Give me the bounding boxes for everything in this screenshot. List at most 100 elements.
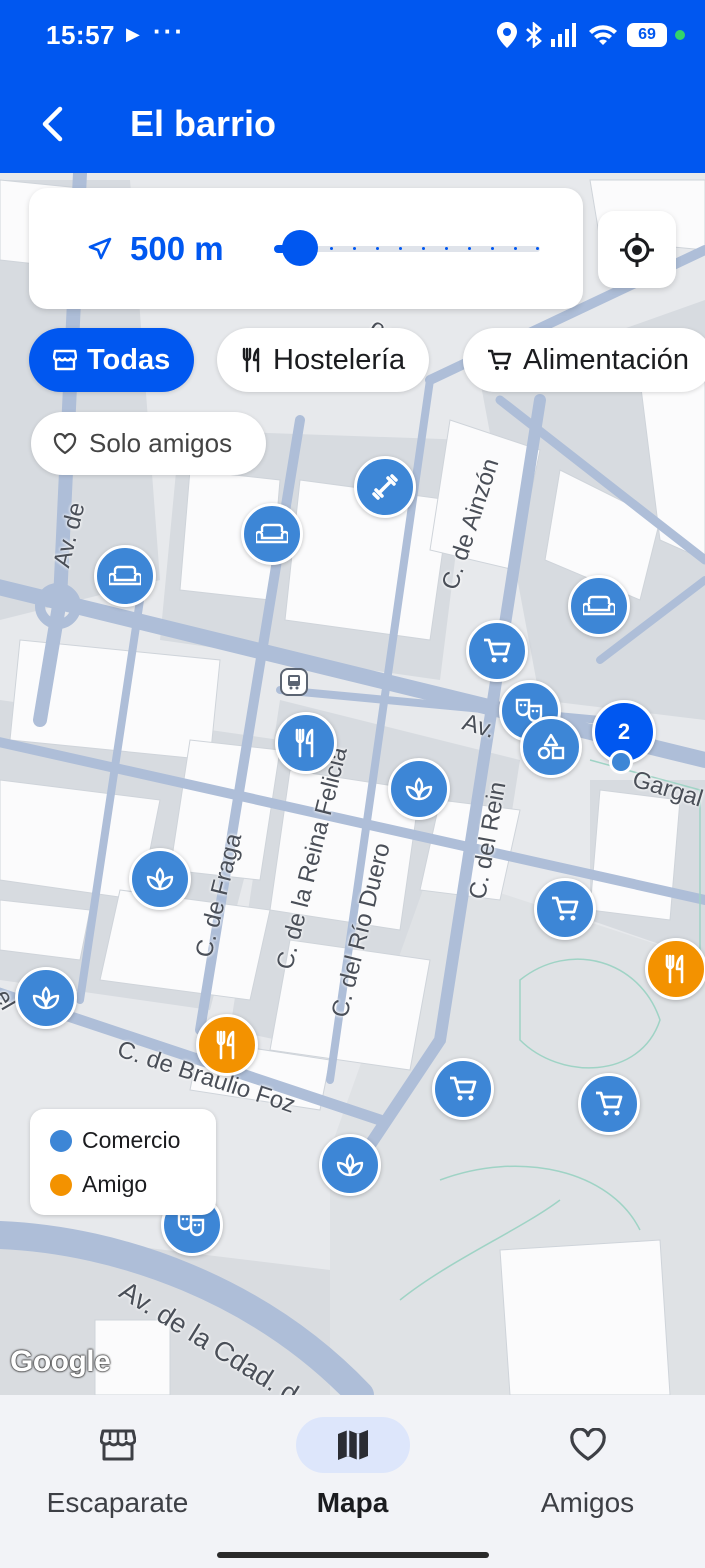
top-app-bar: 15:57 ▶ ··· 69 El barrio xyxy=(0,0,705,173)
more-notifications-icon: ··· xyxy=(153,16,185,46)
cart-icon xyxy=(450,1076,477,1101)
slider-tick xyxy=(399,247,402,250)
marker-furniture[interactable] xyxy=(94,545,156,607)
marker-category-shapes[interactable] xyxy=(520,716,582,778)
plant-icon xyxy=(336,1153,364,1177)
marker-grocery[interactable] xyxy=(534,878,596,940)
chip-alimentacion[interactable]: Alimentación xyxy=(463,328,705,392)
slider-tick xyxy=(330,247,333,250)
nav-label: Escaparate xyxy=(46,1487,189,1518)
battery-icon: 69 xyxy=(627,23,667,47)
plant-icon xyxy=(32,986,60,1010)
navigation-arrow-icon xyxy=(88,237,112,260)
marker-furniture[interactable] xyxy=(568,575,630,637)
marker-garden[interactable] xyxy=(319,1134,381,1196)
wifi-icon xyxy=(589,25,617,45)
marker-garden[interactable] xyxy=(129,848,191,910)
legend-item: Comercio xyxy=(50,1127,180,1154)
marker-grocery[interactable] xyxy=(578,1073,640,1135)
slider-tick xyxy=(376,247,379,250)
crosshair-icon xyxy=(620,232,654,267)
current-location-dot xyxy=(609,750,633,774)
bus-stop-icon xyxy=(280,668,308,696)
distance-filter-card: 500 m xyxy=(29,188,583,309)
nav-amigos[interactable]: Amigos xyxy=(470,1417,705,1527)
cart-icon xyxy=(484,638,511,663)
status-time: 15:57 xyxy=(46,20,115,50)
friends-only-label: Solo amigos xyxy=(89,428,233,458)
marker-grocery[interactable] xyxy=(466,620,528,682)
slider-tick xyxy=(514,247,517,250)
shapes-icon xyxy=(537,733,565,760)
distance-slider[interactable] xyxy=(274,226,544,270)
my-location-button[interactable] xyxy=(598,211,676,288)
play-icon: ▶ xyxy=(126,24,140,44)
status-icons: 69 xyxy=(497,18,685,52)
marker-garden[interactable] xyxy=(388,758,450,820)
marker-friend-restaurant[interactable] xyxy=(645,938,705,1000)
storefront-icon xyxy=(53,349,77,371)
marker-garden[interactable] xyxy=(15,967,77,1029)
privacy-indicator xyxy=(675,30,685,40)
back-button[interactable] xyxy=(30,96,74,152)
chip-label: Alimentación xyxy=(523,343,690,376)
cart-icon xyxy=(596,1091,623,1116)
chip-todas[interactable]: Todas xyxy=(29,328,195,392)
cutlery-icon xyxy=(665,954,684,984)
nav-label: Mapa xyxy=(316,1487,389,1518)
cart-icon xyxy=(552,896,579,921)
page-title: El barrio xyxy=(130,103,277,144)
sofa-icon xyxy=(256,523,288,544)
bluetooth-icon xyxy=(526,22,542,48)
marker-gym[interactable] xyxy=(354,456,416,518)
chip-label: Hostelería xyxy=(273,343,406,376)
slider-tick xyxy=(353,247,356,250)
legend-swatch xyxy=(50,1129,72,1152)
arrow-back-icon xyxy=(42,106,63,142)
google-attribution[interactable]: Google xyxy=(10,1345,111,1379)
heart-icon xyxy=(569,1428,606,1461)
cutlery-icon xyxy=(216,1030,235,1060)
nav-icon-container xyxy=(61,1417,175,1473)
sofa-icon xyxy=(109,565,141,586)
map-legend: Comercio Amigo xyxy=(30,1109,216,1215)
nav-mapa[interactable]: Mapa xyxy=(235,1417,470,1527)
legend-item: Amigo xyxy=(50,1171,147,1198)
bottom-navigation: Escaparate Mapa Amigos xyxy=(0,1395,705,1568)
plant-icon xyxy=(405,777,433,801)
slider-thumb[interactable] xyxy=(282,230,318,266)
cutlery-icon xyxy=(295,728,314,758)
slider-tick xyxy=(491,247,494,250)
nav-icon-container xyxy=(531,1417,645,1473)
slider-tick xyxy=(445,247,448,250)
cart-icon xyxy=(488,349,512,370)
heart-outline-icon xyxy=(53,432,77,454)
slider-tick xyxy=(422,247,425,250)
legend-swatch xyxy=(50,1173,72,1196)
marker-friend-restaurant[interactable] xyxy=(196,1014,258,1076)
status-bar: 15:57 ▶ ··· 69 xyxy=(0,0,705,70)
friends-only-filter[interactable]: Solo amigos xyxy=(31,412,266,475)
distance-value: 500 m xyxy=(130,230,224,267)
signal-icon xyxy=(551,23,576,47)
cutlery-icon xyxy=(242,347,260,373)
map-icon xyxy=(337,1430,368,1460)
legend-label: Comercio xyxy=(82,1127,181,1153)
chip-hosteleria[interactable]: Hostelería xyxy=(217,328,430,392)
home-indicator xyxy=(217,1552,489,1558)
storefront-icon xyxy=(99,1429,136,1461)
marker-restaurant[interactable] xyxy=(275,712,337,774)
nav-icon-container xyxy=(295,1417,410,1473)
sofa-icon xyxy=(583,595,615,616)
chip-label: Todas xyxy=(87,343,171,376)
slider-tick xyxy=(536,247,539,250)
legend-label: Amigo xyxy=(82,1171,148,1197)
marker-furniture[interactable] xyxy=(241,503,303,565)
dumbbell-icon xyxy=(372,474,398,500)
location-icon xyxy=(497,22,517,48)
nav-label: Amigos xyxy=(540,1487,635,1518)
slider-tick xyxy=(468,247,471,250)
marker-grocery[interactable] xyxy=(432,1058,494,1120)
plant-icon xyxy=(146,867,174,891)
nav-escaparate[interactable]: Escaparate xyxy=(0,1417,235,1527)
